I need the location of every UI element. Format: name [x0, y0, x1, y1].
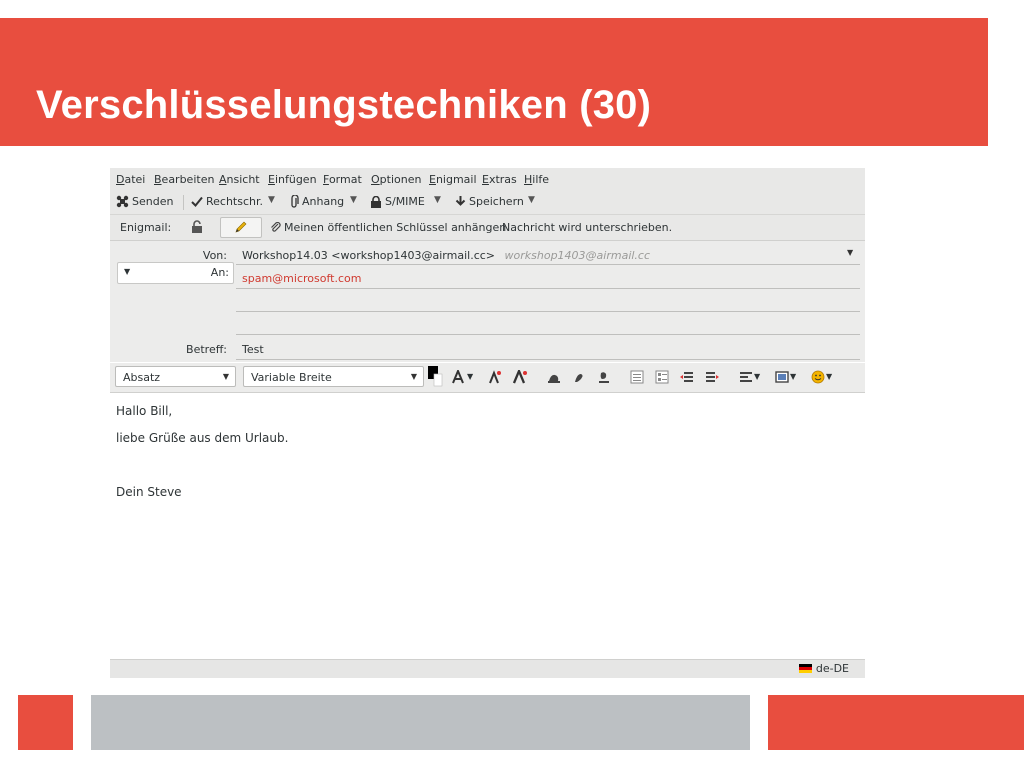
bulleted-list-icon[interactable] — [630, 370, 644, 384]
body-signature: Dein Steve — [116, 485, 182, 499]
smime-lock-icon — [371, 195, 381, 208]
menu-bearbeiten[interactable]: Bearbeiten — [154, 173, 214, 186]
attach-public-key-label: Meinen öffentlichen Schlüssel anhängen — [284, 221, 507, 234]
menu-datei[interactable]: Datei — [116, 173, 145, 186]
message-body[interactable]: Hallo Bill, liebe Grüße aus dem Urlaub. … — [110, 393, 865, 658]
save-label: Speichern — [469, 195, 524, 208]
body-greeting: Hallo Bill, — [116, 404, 173, 418]
footer-red-square — [18, 695, 73, 750]
indent-icon[interactable] — [705, 370, 719, 384]
paperclip-icon — [271, 222, 281, 232]
italic-icon[interactable] — [572, 370, 586, 384]
menu-ansicht[interactable]: Ansicht — [219, 173, 260, 186]
send-label: Senden — [132, 195, 174, 208]
chevron-down-icon: ▼ — [410, 372, 417, 381]
attach-label: Anhang — [302, 195, 345, 208]
menu-extras[interactable]: Extras — [482, 173, 517, 186]
font-size-dropdown-icon[interactable]: ▼ — [467, 372, 473, 381]
from-label: Von: — [202, 249, 227, 262]
recipient-type-caret-icon: ▼ — [124, 267, 131, 276]
attach-dropdown-icon[interactable]: ▼ — [350, 195, 357, 205]
subject-underline — [236, 359, 860, 360]
pen-icon — [235, 221, 247, 233]
from-field[interactable]: Workshop14.03 <workshop1403@airmail.cc> … — [242, 249, 650, 262]
spelling-label: Rechtschr. — [206, 195, 264, 208]
checkmark-icon — [191, 196, 203, 207]
smime-dropdown-icon[interactable]: ▼ — [434, 195, 441, 205]
attach-button[interactable]: Anhang — [290, 195, 344, 208]
status-bar: de-DE — [110, 659, 865, 678]
enigmail-label: Enigmail: — [120, 221, 172, 234]
compose-toolbar: Senden Rechtschr. ▼ Anhang ▼ S/MIME ▼ Sp… — [110, 191, 865, 215]
menu-bar: Datei Bearbeiten Ansicht Einfügen Format… — [110, 168, 865, 192]
enigmail-status: Nachricht wird unterschrieben. — [502, 221, 673, 234]
spelling-button[interactable]: Rechtschr. — [191, 195, 263, 208]
menu-einfuegen[interactable]: Einfügen — [268, 173, 317, 186]
menu-enigmail[interactable]: Enigmail — [429, 173, 477, 186]
smaller-text-icon[interactable] — [488, 370, 502, 384]
to-label: An: — [210, 266, 229, 279]
slide-title: Verschlüsselungstechniken (30) — [36, 83, 652, 127]
numbered-list-icon[interactable] — [655, 370, 669, 384]
recipient-line-2[interactable] — [236, 311, 860, 312]
insert-dropdown-icon[interactable]: ▼ — [790, 372, 796, 381]
smiley-dropdown-icon[interactable]: ▼ — [826, 372, 832, 381]
align-left-icon[interactable] — [739, 370, 753, 384]
subject-field[interactable]: Test — [242, 343, 264, 356]
save-button[interactable]: Speichern — [455, 195, 524, 208]
font-family-value: Variable Breite — [251, 371, 332, 384]
footer-red-bar — [768, 695, 1024, 750]
encrypt-lock-icon[interactable] — [190, 220, 204, 234]
outdent-icon[interactable] — [680, 370, 694, 384]
download-arrow-icon — [455, 195, 466, 206]
compose-window: Datei Bearbeiten Ansicht Einfügen Format… — [110, 168, 865, 678]
save-dropdown-icon[interactable]: ▼ — [528, 195, 535, 205]
insert-image-icon[interactable] — [775, 370, 789, 384]
align-dropdown-icon[interactable]: ▼ — [754, 372, 760, 381]
sign-toggle-button[interactable] — [220, 217, 262, 238]
spelling-dropdown-icon[interactable]: ▼ — [268, 195, 275, 205]
recipient-type-select[interactable]: ▼ An: — [117, 262, 234, 284]
body-text: liebe Grüße aus dem Urlaub. — [116, 431, 289, 445]
chevron-down-icon: ▼ — [222, 372, 229, 381]
recipient-line-3[interactable] — [236, 334, 860, 335]
paperclip-icon — [291, 195, 299, 208]
smime-label: S/MIME — [385, 195, 425, 208]
from-underline — [236, 264, 860, 265]
german-flag-icon — [798, 664, 812, 673]
font-family-select[interactable]: Variable Breite ▼ — [243, 366, 424, 387]
from-dropdown-icon[interactable]: ▼ — [847, 248, 853, 257]
from-hint: workshop1403@airmail.cc — [504, 249, 651, 262]
to-underline — [236, 288, 860, 289]
language-indicator[interactable]: de-DE — [798, 662, 849, 675]
subject-label: Betreff: — [186, 343, 227, 356]
toolbar-separator — [183, 195, 184, 210]
larger-text-icon[interactable] — [513, 370, 527, 384]
formatting-toolbar: Absatz ▼ Variable Breite ▼ ▼ ▼ ▼ ▼ — [110, 363, 865, 393]
footer-grey-bar — [91, 695, 750, 750]
text-color-icon[interactable] — [428, 366, 444, 388]
menu-format[interactable]: Format — [323, 173, 362, 186]
address-headers: Von: Workshop14.03 <workshop1403@airmail… — [110, 241, 865, 362]
attach-public-key-button[interactable]: Meinen öffentlichen Schlüssel anhängen — [270, 221, 506, 234]
paragraph-style-value: Absatz — [123, 371, 161, 384]
menu-optionen[interactable]: Optionen — [371, 173, 421, 186]
enigmail-bar: Enigmail: Meinen öffentlichen Schlüssel … — [110, 215, 865, 241]
send-button[interactable]: Senden — [116, 195, 173, 208]
to-field[interactable]: spam@microsoft.com — [242, 272, 361, 285]
smime-button[interactable]: S/MIME — [370, 195, 425, 208]
underline-icon[interactable] — [597, 370, 611, 384]
smiley-icon[interactable] — [811, 370, 825, 384]
send-icon — [116, 195, 129, 208]
menu-hilfe[interactable]: Hilfe — [524, 173, 549, 186]
from-value: Workshop14.03 <workshop1403@airmail.cc> — [242, 249, 496, 262]
paragraph-style-select[interactable]: Absatz ▼ — [115, 366, 236, 387]
language-label: de-DE — [815, 662, 849, 675]
bold-icon[interactable] — [547, 370, 561, 384]
font-size-icon[interactable] — [452, 370, 466, 384]
